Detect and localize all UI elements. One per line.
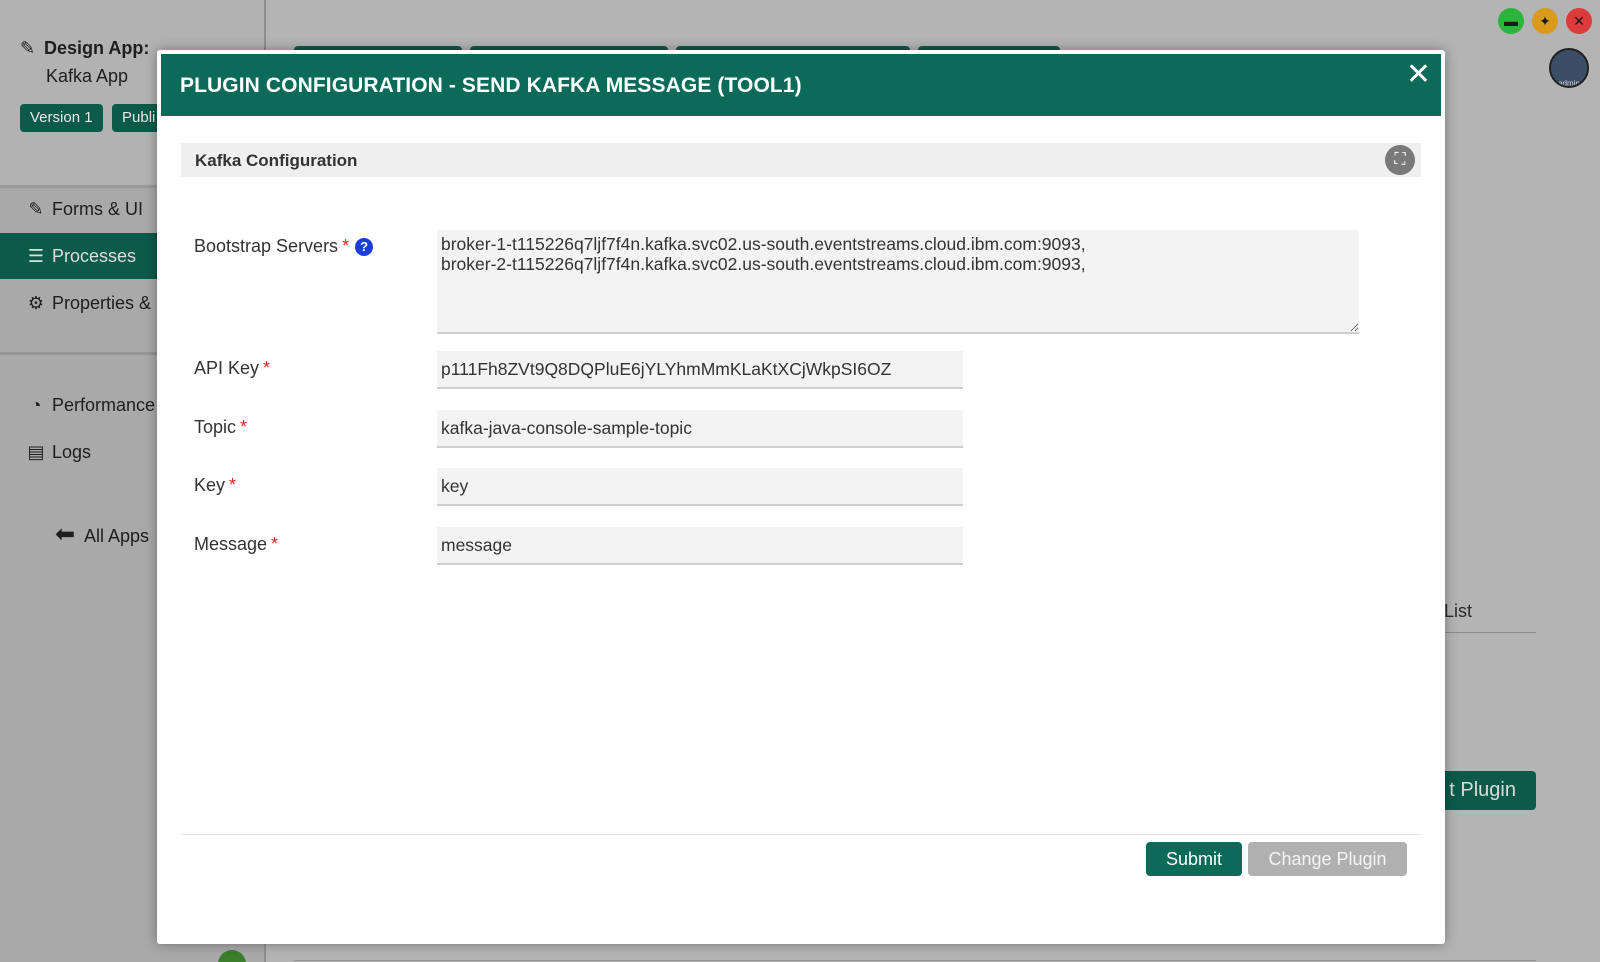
arrow-left-circle-icon: ⬅ — [54, 521, 76, 548]
fullscreen-icon[interactable]: ⛶ — [1385, 145, 1415, 175]
bootstrap-servers-label: Bootstrap Servers *? — [194, 236, 374, 257]
modal-header: PLUGIN CONFIGURATION - SEND KAFKA MESSAG… — [161, 54, 1441, 116]
app-title: ✎ Design App: — [20, 38, 150, 58]
app-name: Kafka App — [46, 66, 129, 86]
bootstrap-servers-input[interactable]: broker-1-t115226q7ljf7f4n.kafka.svc02.us… — [437, 230, 1359, 334]
list-icon: ☰ — [27, 246, 45, 266]
required-mark: * — [263, 358, 271, 378]
close-window-icon[interactable]: ✕ — [1566, 8, 1592, 34]
avatar[interactable]: admin — [1549, 48, 1589, 88]
footer-divider — [181, 834, 1421, 835]
key-label: Key * — [194, 475, 237, 495]
question-icon[interactable]: ? — [355, 238, 374, 256]
required-mark: * — [240, 417, 248, 437]
topic-input[interactable] — [437, 410, 963, 448]
section-header: Kafka Configuration ⛶ — [181, 143, 1421, 177]
required-mark: * — [271, 534, 279, 554]
plugin-configuration-modal: PLUGIN CONFIGURATION - SEND KAFKA MESSAG… — [157, 50, 1445, 944]
close-icon[interactable]: ✕ — [1406, 60, 1431, 90]
pin-window-icon[interactable]: ✦ — [1532, 8, 1558, 34]
gear-icon: ⚙ — [27, 293, 45, 313]
modal-title: PLUGIN CONFIGURATION - SEND KAFKA MESSAG… — [180, 74, 802, 97]
api-key-label: API Key * — [194, 358, 271, 378]
change-plugin-button[interactable]: Change Plugin — [1248, 842, 1407, 876]
key-input[interactable] — [437, 468, 963, 506]
required-mark: * — [229, 475, 237, 495]
bg-list-label: List — [1444, 601, 1473, 621]
section-title: Kafka Configuration — [195, 151, 358, 170]
edit-icon: ✎ — [20, 38, 36, 58]
scroll-icon: ▤ — [27, 442, 45, 462]
topic-label: Topic * — [194, 417, 248, 437]
dashboard-icon: ◔ — [30, 395, 42, 415]
bg-divider — [294, 960, 1536, 961]
submit-button[interactable]: Submit — [1146, 842, 1242, 876]
message-input[interactable] — [437, 527, 963, 565]
api-key-input[interactable] — [437, 351, 963, 389]
required-mark: * — [342, 236, 350, 256]
version-badge[interactable]: Version 1 — [20, 104, 103, 132]
bg-divider — [1440, 632, 1536, 633]
minimize-window-icon[interactable]: ▬ — [1498, 8, 1524, 34]
edit-icon: ✎ — [28, 199, 44, 219]
message-label: Message * — [194, 534, 279, 554]
